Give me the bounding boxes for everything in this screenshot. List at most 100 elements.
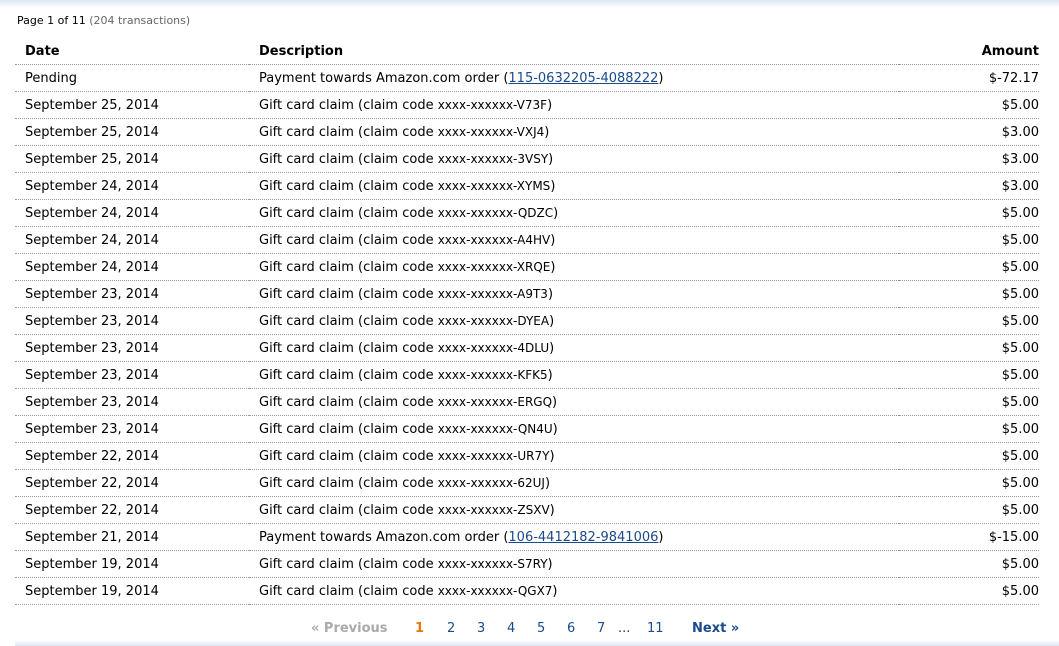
claim-code: xxxx-xxxxxx-QDZC [437,205,554,220]
table-row: September 23, 2014 Gift card claim (claim… [15,280,1039,308]
transaction-amount: $-72.17 [899,64,1039,92]
description-suffix: ) [547,556,553,572]
description-suffix: ) [552,583,558,599]
table-header-row: Date Description Amount [15,38,1039,65]
transaction-date: September 24, 2014 [15,199,249,227]
description-text: Gift card claim (claim code [259,178,438,194]
description-suffix: ) [658,70,664,86]
transaction-amount: $-15.00 [899,523,1039,551]
transaction-date: September 22, 2014 [15,442,249,470]
description-suffix: ) [547,97,553,113]
description-text: Gift card claim (claim code [259,502,438,518]
transaction-amount: $5.00 [899,361,1039,389]
description-text: Gift card claim (claim code [259,394,438,410]
transaction-amount: $5.00 [899,199,1039,227]
claim-code: xxxx-xxxxxx-V73F [437,97,548,112]
transaction-description: Gift card claim (claim code xxxx-xxxxxx-… [249,226,899,254]
header-amount: Amount [899,38,1039,65]
description-text: Gift card claim (claim code [259,151,438,167]
page-link-7[interactable]: 7 [597,621,605,636]
description-text: Gift card claim (claim code [259,286,438,302]
transaction-description: Gift card claim (claim code xxxx-xxxxxx-… [249,199,899,227]
page-link-6[interactable]: 6 [567,621,575,636]
next-page-link[interactable]: Next » [692,621,739,636]
table-row: September 24, 2014 Gift card claim (claim… [15,172,1039,200]
transaction-date: September 24, 2014 [15,253,249,281]
description-text: Gift card claim (claim code [259,367,438,383]
claim-code: xxxx-xxxxxx-4DLU [437,340,550,355]
claim-code: xxxx-xxxxxx-S7RY [437,556,548,571]
claim-code: xxxx-xxxxxx-XRQE [437,259,551,274]
table-row: September 22, 2014 Gift card claim (claim… [15,442,1039,470]
transaction-date: September 23, 2014 [15,334,249,362]
description-text: Gift card claim (claim code [259,259,438,275]
table-row: September 25, 2014 Gift card claim (claim… [15,91,1039,119]
page-link-2[interactable]: 2 [447,621,455,636]
claim-code: xxxx-xxxxxx-ZSXV [437,502,550,517]
claim-code: xxxx-xxxxxx-QN4U [437,421,553,436]
transaction-amount: $5.00 [899,442,1039,470]
description-text: Payment towards Amazon.com order ( [259,70,509,86]
description-text: Gift card claim (claim code [259,232,438,248]
page-link-4[interactable]: 4 [507,621,515,636]
description-suffix: ) [548,151,554,167]
table-row: September 25, 2014 Gift card claim (claim… [15,118,1039,146]
table-row: September 25, 2014 Gift card claim (claim… [15,145,1039,173]
transaction-description: Gift card claim (claim code xxxx-xxxxxx-… [249,442,899,470]
transaction-description: Gift card claim (claim code xxxx-xxxxxx-… [249,496,899,524]
transaction-date: Pending [15,64,249,92]
description-suffix: ) [547,367,553,383]
description-suffix: ) [544,124,550,140]
previous-page-link[interactable]: « Previous [311,621,388,636]
transaction-date: September 19, 2014 [15,577,249,605]
pagination: « Previous 1 2 3 4 5 6 7 ... 11 Next » [0,621,1059,639]
transaction-date: September 25, 2014 [15,91,249,119]
table-row: September 19, 2014 Gift card claim (claim… [15,577,1039,605]
transaction-amount: $5.00 [899,415,1039,443]
description-suffix: ) [549,340,555,356]
top-gradient-bar [0,0,1059,8]
transaction-date: September 25, 2014 [15,118,249,146]
claim-code: xxxx-xxxxxx-ERGQ [437,394,553,409]
description-text: Gift card claim (claim code [259,205,438,221]
transactions-table: Date Description Amount Pending Payment t… [15,38,1039,605]
transaction-date: September 24, 2014 [15,226,249,254]
transaction-amount: $5.00 [899,280,1039,308]
table-row: September 22, 2014 Gift card claim (claim… [15,469,1039,497]
transaction-amount: $5.00 [899,388,1039,416]
description-suffix: ) [550,232,556,248]
description-text: Gift card claim (claim code [259,448,438,464]
transaction-date: September 19, 2014 [15,550,249,578]
table-row: September 19, 2014 Gift card claim (claim… [15,550,1039,578]
table-row: September 24, 2014 Gift card claim (claim… [15,199,1039,227]
transaction-date: September 24, 2014 [15,172,249,200]
transaction-count: (204 transactions) [89,14,191,27]
transaction-description: Gift card claim (claim code xxxx-xxxxxx-… [249,91,899,119]
transaction-description: Gift card claim (claim code xxxx-xxxxxx-… [249,118,899,146]
claim-code: xxxx-xxxxxx-QGX7 [437,583,553,598]
claim-code: xxxx-xxxxxx-DYEA [437,313,550,328]
transactions-body: Pending Payment towards Amazon.com order … [15,64,1039,605]
table-row: September 21, 2014 Payment towards Amazon… [15,523,1039,551]
description-suffix: ) [658,529,664,545]
page-link-1[interactable]: 1 [415,621,424,636]
order-number-link[interactable]: 115-0632205-4088222 [508,71,658,86]
transaction-amount: $3.00 [899,145,1039,173]
description-text: Gift card claim (claim code [259,340,438,356]
transaction-description: Gift card claim (claim code xxxx-xxxxxx-… [249,307,899,335]
page-link-5[interactable]: 5 [537,621,545,636]
table-row: September 23, 2014 Gift card claim (claim… [15,361,1039,389]
claim-code: xxxx-xxxxxx-XYMS [437,178,551,193]
description-suffix: ) [544,475,551,491]
table-row: September 24, 2014 Gift card claim (claim… [15,253,1039,281]
page-link-11[interactable]: 11 [647,621,664,636]
transaction-description: Gift card claim (claim code xxxx-xxxxxx-… [249,253,899,281]
description-text: Gift card claim (claim code [259,124,438,140]
transaction-description: Gift card claim (claim code xxxx-xxxxxx-… [249,145,899,173]
transaction-amount: $5.00 [899,334,1039,362]
order-number-link[interactable]: 106-4412182-9841006 [508,530,658,545]
transaction-description: Gift card claim (claim code xxxx-xxxxxx-… [249,172,899,200]
description-text: Gift card claim (claim code [259,556,438,572]
table-row: September 24, 2014 Gift card claim (claim… [15,226,1039,254]
page-link-3[interactable]: 3 [477,621,485,636]
